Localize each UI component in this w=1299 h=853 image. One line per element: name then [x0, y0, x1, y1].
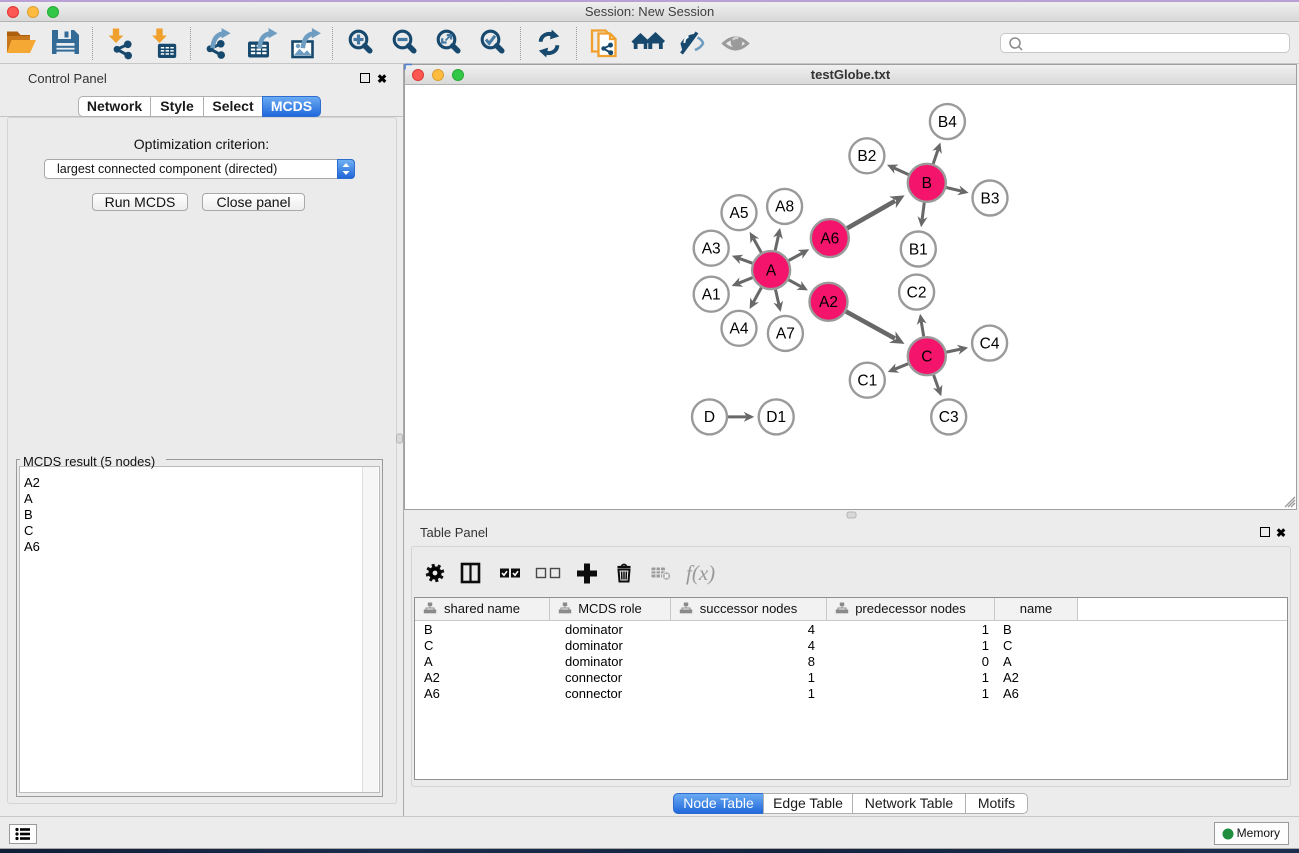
- svg-text:A1: A1: [702, 287, 721, 304]
- svg-text:A6: A6: [820, 230, 839, 247]
- svg-text:B4: B4: [938, 114, 957, 131]
- svg-text:B2: B2: [857, 148, 876, 165]
- svg-text:A8: A8: [775, 199, 794, 216]
- svg-text:C1: C1: [857, 373, 877, 390]
- svg-text:C3: C3: [939, 409, 959, 426]
- svg-text:A2: A2: [819, 294, 838, 311]
- svg-text:C: C: [921, 349, 932, 366]
- svg-text:A3: A3: [702, 241, 721, 258]
- svg-text:D1: D1: [766, 409, 786, 426]
- svg-text:B3: B3: [981, 190, 1000, 207]
- svg-text:A7: A7: [776, 326, 795, 343]
- svg-text:B: B: [922, 175, 932, 192]
- svg-text:D: D: [704, 409, 715, 426]
- svg-text:A4: A4: [730, 321, 749, 338]
- svg-text:C2: C2: [907, 284, 927, 301]
- svg-text:B1: B1: [909, 241, 928, 258]
- svg-text:A: A: [766, 262, 777, 279]
- svg-text:C4: C4: [980, 335, 1000, 352]
- svg-text:A5: A5: [730, 205, 749, 222]
